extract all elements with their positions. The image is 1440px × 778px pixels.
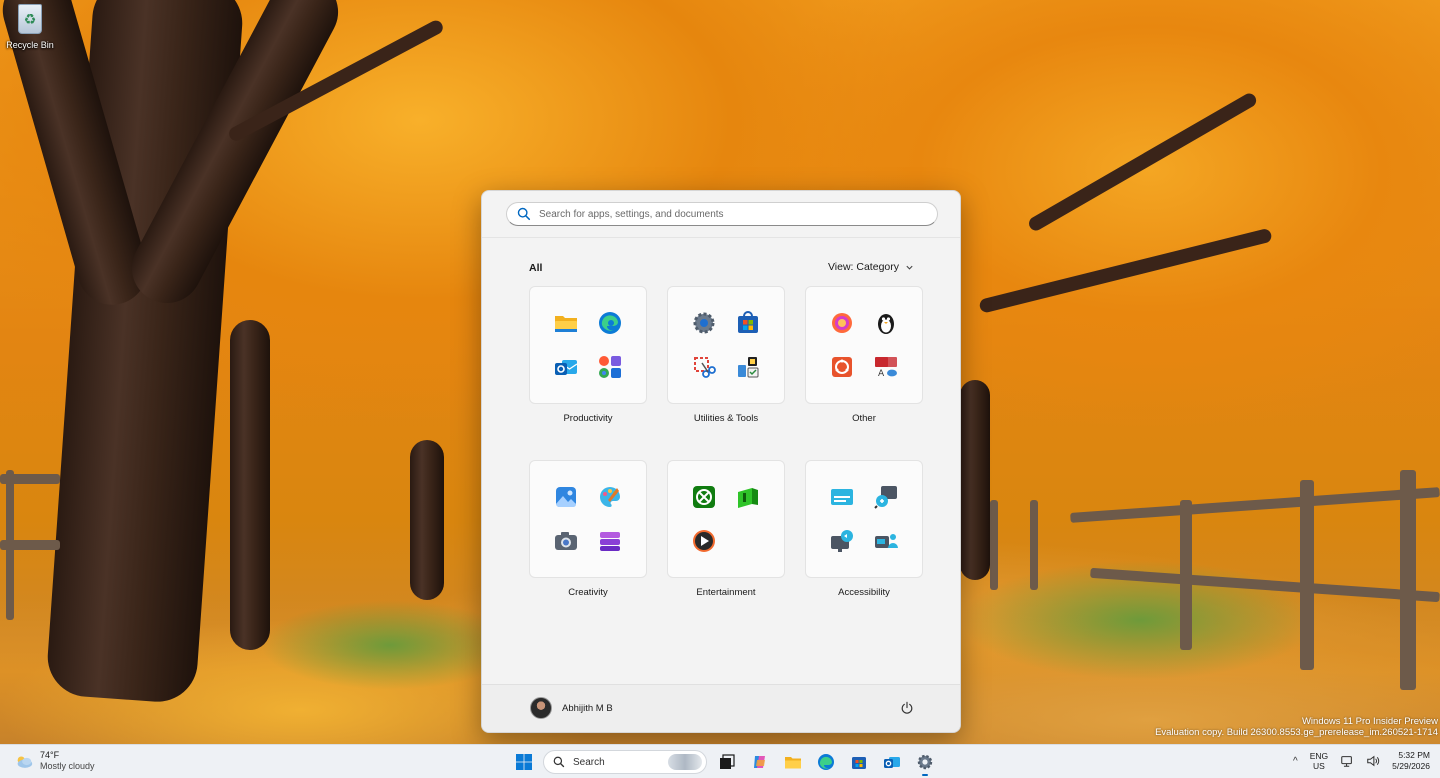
edge-button[interactable] [812,749,839,775]
weather-desc: Mostly cloudy [40,761,95,771]
power-icon[interactable] [900,701,914,715]
search-icon [553,756,565,768]
weather-temp: 74°F [40,750,60,760]
settings-button[interactable] [911,749,938,776]
outlook-icon [883,757,900,768]
view-category-label: View: Category [827,261,899,273]
all-apps-heading: All [529,262,543,274]
clock-time: 5:32 PM [1398,750,1430,760]
recycle-bin-icon: ♻ [18,4,42,34]
category-grid: Productivity Utilities & Tools A Other C… [529,286,923,598]
penguin-app-icon[interactable] [864,301,908,345]
office-apps-icon[interactable] [588,345,632,389]
watermark-build: Evaluation copy. Build 26300.8553.ge_pre… [1155,727,1438,738]
start-footer: Abhijith M B [482,684,960,732]
game-pass-icon[interactable] [726,475,770,519]
language-code: ENG [1309,751,1329,761]
user-name: Abhijith M B [562,702,613,714]
taskbar-search-label: Search [573,756,605,768]
outlook-button[interactable] [878,749,905,775]
watermark-edition: Windows 11 Pro Insider Preview [1301,716,1438,727]
clipchamp-icon[interactable] [588,519,632,563]
file-explorer-icon[interactable] [544,301,588,345]
category-productivity[interactable]: Productivity [529,286,647,424]
copilot-button[interactable] [746,749,773,775]
taskbar-apps: Search [510,749,938,776]
settings-icon [917,754,932,770]
category-tile[interactable] [667,460,785,578]
category-label: Entertainment [696,587,756,598]
category-label: Other [852,413,876,424]
folder-icon [784,757,801,769]
store-button[interactable] [845,749,872,775]
magnifier-icon[interactable] [864,475,908,519]
category-creativity[interactable]: Creativity [529,460,647,598]
task-tools-icon[interactable] [726,345,770,389]
camera-icon[interactable] [544,519,588,563]
category-utilities-tools[interactable]: Utilities & Tools [667,286,785,424]
search-icon [517,207,531,221]
category-tile[interactable]: A [805,286,923,404]
file-explorer-button[interactable] [779,749,806,775]
category-tile[interactable] [529,460,647,578]
category-tile[interactable] [529,286,647,404]
language-indicator[interactable]: ENG US [1310,751,1328,771]
start-button[interactable] [510,749,537,775]
category-label: Creativity [568,587,608,598]
clock[interactable]: 5:32 PM 5/29/2026 [1392,750,1430,772]
photos-icon[interactable] [544,475,588,519]
paint-icon[interactable] [588,475,632,519]
voice-access-icon[interactable] [864,519,908,563]
category-label: Utilities & Tools [693,413,759,424]
recycle-bin-label: Recycle Bin [6,40,54,50]
windows-logo-icon [515,754,532,770]
category-accessibility[interactable]: Accessibility [805,460,923,598]
start-search-box[interactable] [506,202,938,226]
search-divider [482,237,960,238]
taskbar: 74°F Mostly cloudy Search ^ ENG US 5:32 … [0,744,1440,778]
microsoft-store-icon[interactable] [726,301,770,345]
category-other[interactable]: A Other [805,286,923,424]
edge-icon[interactable] [588,301,632,345]
settings-icon[interactable] [682,301,726,345]
category-entertainment[interactable]: Entertainment [667,460,785,598]
category-tile[interactable] [805,460,923,578]
clock-date: 5/29/2026 [1392,761,1430,771]
user-account-button[interactable]: Abhijith M B [530,697,613,719]
task-view-button[interactable] [713,749,740,775]
view-category-dropdown[interactable]: View: Category [828,261,914,273]
translator-icon[interactable]: A [864,345,908,389]
edge-icon [817,754,834,770]
volume-icon[interactable] [1366,754,1380,768]
weather-widget[interactable]: 74°F Mostly cloudy [14,750,95,772]
avatar [530,697,552,719]
category-label: Accessibility [838,587,890,598]
media-player-icon[interactable] [682,519,726,563]
category-tile[interactable] [667,286,785,404]
narrator-icon[interactable] [820,519,864,563]
taskbar-search[interactable]: Search [543,750,707,774]
build-watermark: Windows 11 Pro Insider Preview Evaluatio… [1155,716,1438,738]
copilot-orb-icon[interactable] [820,301,864,345]
svg-text:A: A [878,369,885,379]
xbox-icon[interactable] [682,475,726,519]
snipping-tool-icon[interactable] [682,345,726,389]
task-view-icon [719,754,735,769]
start-search-input[interactable] [539,208,937,220]
keyboard-region: US [1313,761,1325,771]
search-highlight-icon [668,754,702,770]
system-tray: ^ ENG US 5:32 PM 5/29/2026 [1293,750,1430,772]
network-icon[interactable] [1340,754,1354,768]
recycle-bin-shortcut[interactable]: ♻ Recycle Bin [4,4,56,50]
outlook-icon[interactable] [544,345,588,389]
copilot-icon [753,756,765,768]
office-icon[interactable] [820,345,864,389]
microsoft-store-icon [851,757,866,769]
cloud-icon [17,756,33,768]
chevron-down-icon [906,265,913,270]
category-label: Productivity [563,413,613,424]
start-menu: All View: Category Prod [481,190,961,733]
show-hidden-icons-chevron-icon[interactable]: ^ [1293,756,1298,767]
live-captions-icon[interactable] [820,475,864,519]
